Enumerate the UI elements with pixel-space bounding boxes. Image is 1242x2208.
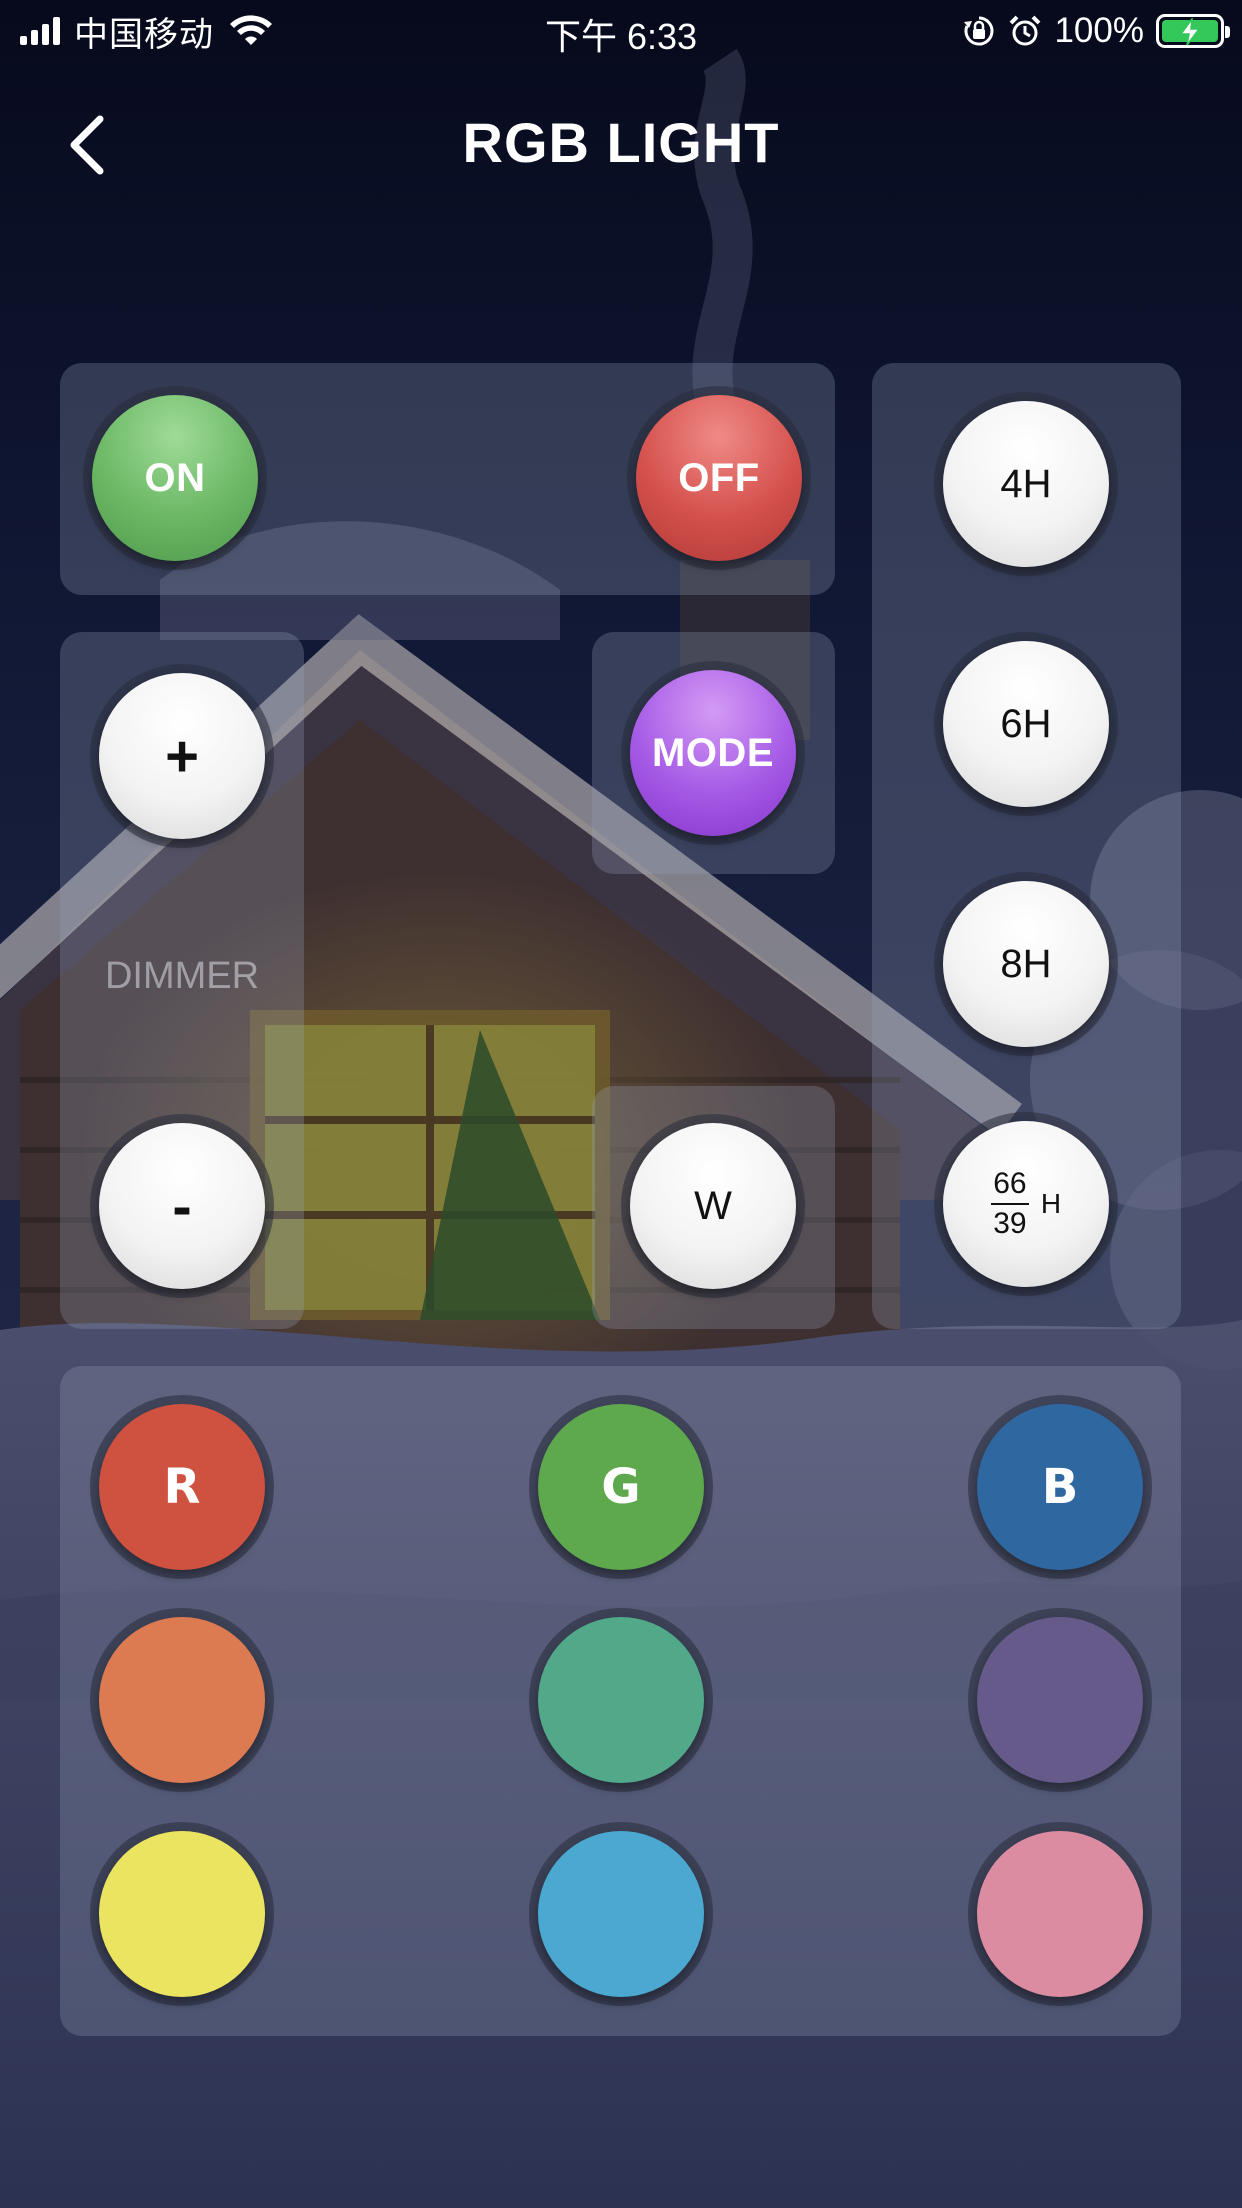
- color-blue-button[interactable]: B: [968, 1395, 1152, 1579]
- timer-custom-denominator: 39: [993, 1207, 1027, 1240]
- red-label: R: [163, 1459, 201, 1515]
- battery-charging-icon: [1156, 14, 1230, 48]
- color-teal-button[interactable]: [529, 1608, 713, 1792]
- on-button[interactable]: ON: [83, 386, 267, 570]
- timer-8h-button[interactable]: 8H: [934, 872, 1118, 1056]
- off-label: OFF: [678, 455, 760, 500]
- timer-8h-label: 8H: [1000, 941, 1052, 986]
- page-title: RGB LIGHT: [462, 111, 780, 174]
- timer-custom-numerator: 66: [993, 1167, 1027, 1200]
- timer-custom-value: 66 39 H: [990, 1167, 1062, 1241]
- mode-label: MODE: [652, 730, 774, 775]
- on-label: ON: [144, 455, 206, 500]
- blue-label: B: [1041, 1459, 1079, 1515]
- battery-percent: 100%: [1054, 11, 1144, 50]
- white-button[interactable]: W: [621, 1114, 805, 1298]
- dimmer-up-button[interactable]: +: [90, 664, 274, 848]
- color-pink-button[interactable]: [968, 1822, 1152, 2006]
- timer-4h-label: 4H: [1000, 461, 1052, 506]
- color-green-button[interactable]: G: [529, 1395, 713, 1579]
- timer-custom-unit: H: [1040, 1188, 1062, 1219]
- color-sky-blue-button[interactable]: [529, 1822, 713, 2006]
- color-red-button[interactable]: R: [90, 1395, 274, 1579]
- white-label: W: [694, 1183, 732, 1228]
- timer-6h-label: 6H: [1000, 701, 1052, 746]
- plus-label: +: [165, 723, 199, 789]
- color-yellow-button[interactable]: [90, 1822, 274, 2006]
- alarm-icon: [1010, 15, 1041, 46]
- timer-4h-button[interactable]: 4H: [934, 392, 1118, 576]
- timer-custom-button[interactable]: 66 39 H: [934, 1112, 1118, 1296]
- rotation-lock-icon: [964, 16, 994, 46]
- timer-6h-button[interactable]: 6H: [934, 632, 1118, 816]
- color-purple-button[interactable]: [968, 1608, 1152, 1792]
- mode-button[interactable]: MODE: [621, 661, 805, 845]
- green-label: G: [601, 1459, 641, 1515]
- color-orange-button[interactable]: [90, 1608, 274, 1792]
- dimmer-label: DIMMER: [104, 955, 260, 997]
- status-bar: 中国移动 下午 6:33 100%: [0, 0, 1242, 62]
- dimmer-down-button[interactable]: -: [90, 1114, 274, 1298]
- minus-label: -: [172, 1173, 192, 1239]
- off-button[interactable]: OFF: [627, 386, 811, 570]
